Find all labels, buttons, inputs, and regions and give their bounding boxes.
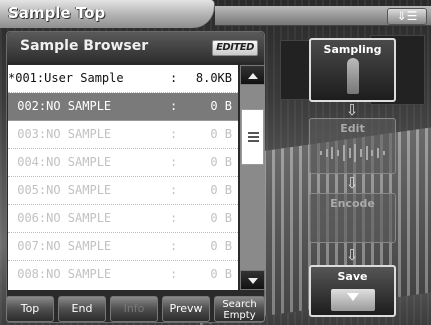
sample-size: 8.0KB (195, 71, 232, 85)
edit-button[interactable]: Edit (309, 118, 396, 174)
microphone-icon (347, 58, 359, 94)
title-bar: Sample Top ⇓☰ (0, 0, 431, 30)
sample-row[interactable]: 007:NO SAMPLE : 0 B (8, 233, 238, 261)
sample-separator: : (170, 267, 178, 281)
save-icon (331, 289, 375, 311)
window-title: Sample Top (8, 4, 106, 22)
edit-label: Edit (340, 122, 365, 135)
title-tab: Sample Top (0, 0, 215, 28)
end-button[interactable]: End (58, 296, 106, 322)
sample-name: 005:NO SAMPLE (10, 183, 112, 197)
sample-name: 007:NO SAMPLE (10, 239, 112, 253)
sample-row[interactable]: 008:NO SAMPLE : 0 B (8, 261, 238, 289)
sample-name: 006:NO SAMPLE (10, 211, 112, 225)
info-button[interactable]: Info (110, 296, 158, 322)
sample-row[interactable]: 003:NO SAMPLE : 0 B (8, 121, 238, 149)
sample-list: *001:User Sample : 8.0KB 002:NO SAMPLE :… (8, 65, 238, 290)
sample-separator: : (170, 99, 178, 113)
scroll-down-button[interactable] (240, 270, 265, 290)
sample-size: 0 B (210, 239, 232, 253)
function-button-bar: Top End Info Prevw Search Empty (6, 296, 265, 323)
sample-browser-panel: Sample Browser EDITED *001:User Sample :… (6, 31, 265, 323)
sample-separator: : (170, 155, 178, 169)
scroll-up-button[interactable] (240, 65, 265, 85)
menu-list-icon: ⇓☰ (396, 9, 418, 23)
sample-separator: : (170, 183, 178, 197)
sample-size: 0 B (210, 127, 232, 141)
sample-row[interactable]: 005:NO SAMPLE : 0 B (8, 177, 238, 205)
encode-button[interactable]: Encode (309, 193, 396, 243)
info-button-label: Info (123, 302, 145, 315)
waveform-icon (320, 143, 385, 163)
sample-separator: : (170, 239, 178, 253)
sampling-label: Sampling (323, 43, 382, 56)
save-label: Save (337, 270, 368, 283)
sample-row[interactable]: 004:NO SAMPLE : 0 B (8, 149, 238, 177)
end-button-label: End (71, 302, 93, 315)
panel-header: Sample Browser EDITED (7, 32, 264, 62)
menu-button[interactable]: ⇓☰ (387, 8, 427, 25)
sample-name: 004:NO SAMPLE (10, 155, 112, 169)
sample-size: 0 B (210, 183, 232, 197)
sample-size: 0 B (210, 211, 232, 225)
sample-name: *001:User Sample (8, 71, 124, 85)
sample-separator: : (170, 127, 178, 141)
arrow-down-icon: ⇩ (345, 246, 359, 264)
sample-name: 008:NO SAMPLE (10, 267, 112, 281)
sample-separator: : (170, 71, 178, 85)
top-button-label: Top (20, 302, 40, 315)
sample-separator: : (170, 211, 178, 225)
sample-name: 002:NO SAMPLE (10, 99, 112, 113)
arrow-down-icon: ⇩ (345, 174, 359, 192)
sample-row[interactable]: *001:User Sample : 8.0KB (8, 65, 238, 93)
sampling-button[interactable]: Sampling (309, 38, 396, 102)
top-button[interactable]: Top (6, 296, 54, 322)
sample-name: 003:NO SAMPLE (10, 127, 112, 141)
scroll-thumb[interactable] (241, 109, 264, 165)
list-scrollbar[interactable] (240, 65, 265, 290)
sample-size: 0 B (210, 155, 232, 169)
encode-label: Encode (330, 197, 375, 210)
search-empty-label-line2: Empty (223, 310, 256, 321)
panel-title: Sample Browser (20, 38, 149, 54)
scroll-track[interactable] (240, 85, 265, 270)
search-empty-label-line1: Search (222, 299, 257, 310)
preview-button[interactable]: Prevw (162, 296, 210, 322)
search-empty-button[interactable]: Search Empty (214, 296, 265, 322)
preview-button-label: Prevw (169, 302, 203, 315)
edited-badge: EDITED (212, 40, 258, 56)
sample-row[interactable]: 006:NO SAMPLE : 0 B (8, 205, 238, 233)
arrow-down-icon: ⇩ (345, 101, 359, 119)
sample-size: 0 B (210, 267, 232, 281)
sample-row[interactable]: 002:NO SAMPLE : 0 B (8, 93, 238, 121)
sample-size: 0 B (210, 99, 232, 113)
save-button[interactable]: Save (309, 265, 396, 317)
